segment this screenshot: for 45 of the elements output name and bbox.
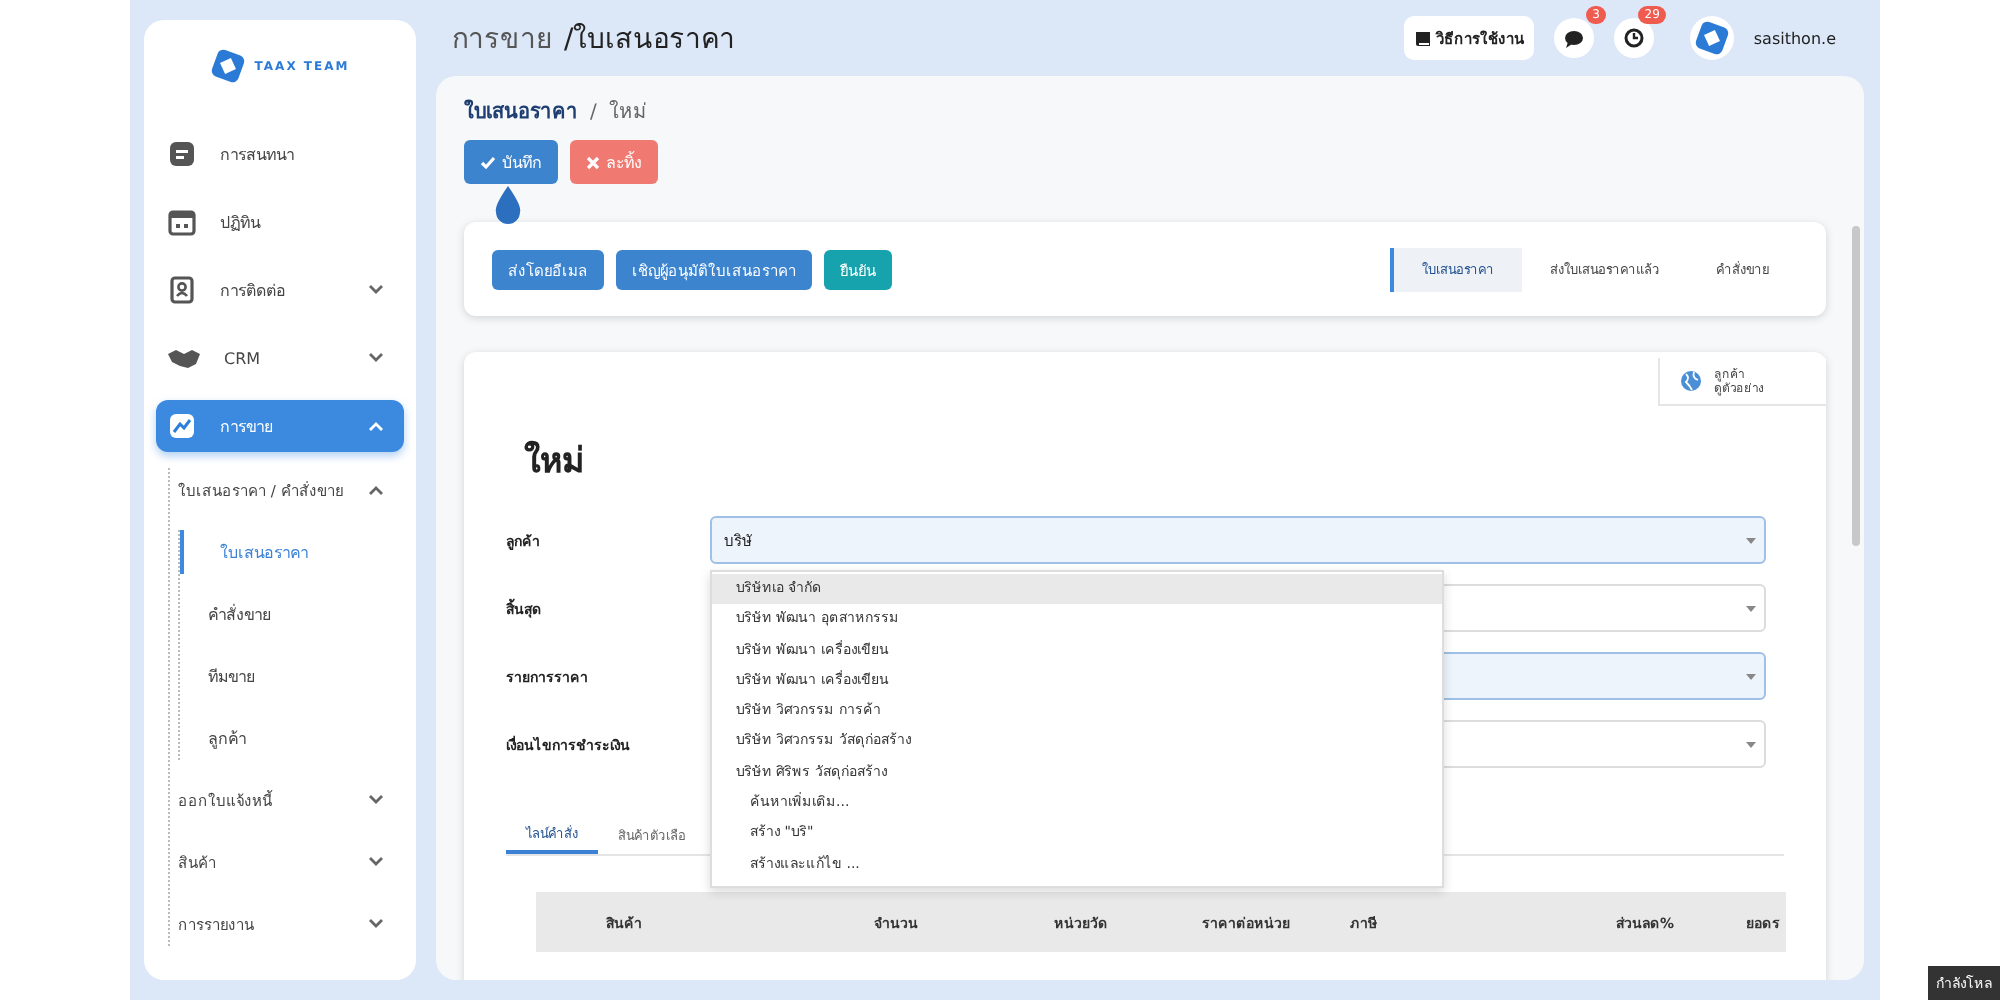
sidebar-item[interactable]: การติดต่อ [156, 264, 404, 316]
breadcrumb-item: /ใบเสนอราคา [564, 21, 736, 60]
activities-button[interactable] [1613, 18, 1654, 58]
form-title: ใหม่ [524, 438, 584, 476]
clock-icon [1623, 28, 1644, 48]
breadcrumb-item[interactable]: การขาย [452, 16, 552, 60]
logo-icon [210, 48, 247, 84]
user-name[interactable]: sasithon.e [1753, 29, 1836, 47]
chat-icon [168, 140, 196, 168]
chevron-down-icon [368, 284, 384, 296]
submenu-item[interactable]: คำสั่งขาย [180, 592, 404, 636]
submenu-item[interactable]: ทีมขาย [180, 654, 404, 698]
chart-icon [168, 412, 196, 440]
check-icon [480, 155, 496, 169]
caret-icon [1746, 605, 1756, 611]
drop-icon [494, 186, 522, 224]
scrollbar[interactable] [1852, 226, 1860, 546]
breadcrumb-link[interactable]: ใบเสนอราคา [464, 96, 578, 126]
book-icon [1413, 29, 1432, 47]
sidebar-item[interactable]: CRM [156, 332, 404, 384]
chevron-down-icon [368, 918, 384, 930]
chevron-down-icon [368, 352, 384, 364]
close-icon [586, 155, 600, 169]
messages-button[interactable] [1553, 18, 1594, 58]
submenu-item[interactable]: ลูกค้า [180, 716, 404, 760]
avatar[interactable] [1689, 16, 1734, 60]
sidebar-item[interactable]: การขาย [156, 400, 404, 452]
contact-book-icon [168, 276, 196, 304]
breadcrumb-separator: / [590, 102, 597, 124]
logo-icon [1693, 20, 1730, 56]
chevron-up-icon [368, 420, 384, 432]
chevron-up-icon [368, 484, 384, 496]
caret-icon [1746, 673, 1756, 679]
save-button[interactable]: บันทึก [464, 140, 558, 184]
sidebar-item[interactable]: ปฏิทิน [156, 196, 404, 248]
breadcrumb-current: ใหม่ [608, 98, 647, 126]
calendar-icon [168, 208, 196, 236]
chevron-down-icon [368, 794, 384, 806]
submenu-item[interactable]: ใบเสนอราคา [180, 530, 404, 574]
chevron-down-icon [368, 856, 384, 868]
caret-icon [1746, 537, 1756, 543]
chat-bubble-icon [1563, 29, 1584, 47]
globe-icon [1680, 370, 1702, 392]
caret-icon [1746, 741, 1756, 747]
sidebar-item[interactable]: การสนทนา [156, 128, 404, 180]
